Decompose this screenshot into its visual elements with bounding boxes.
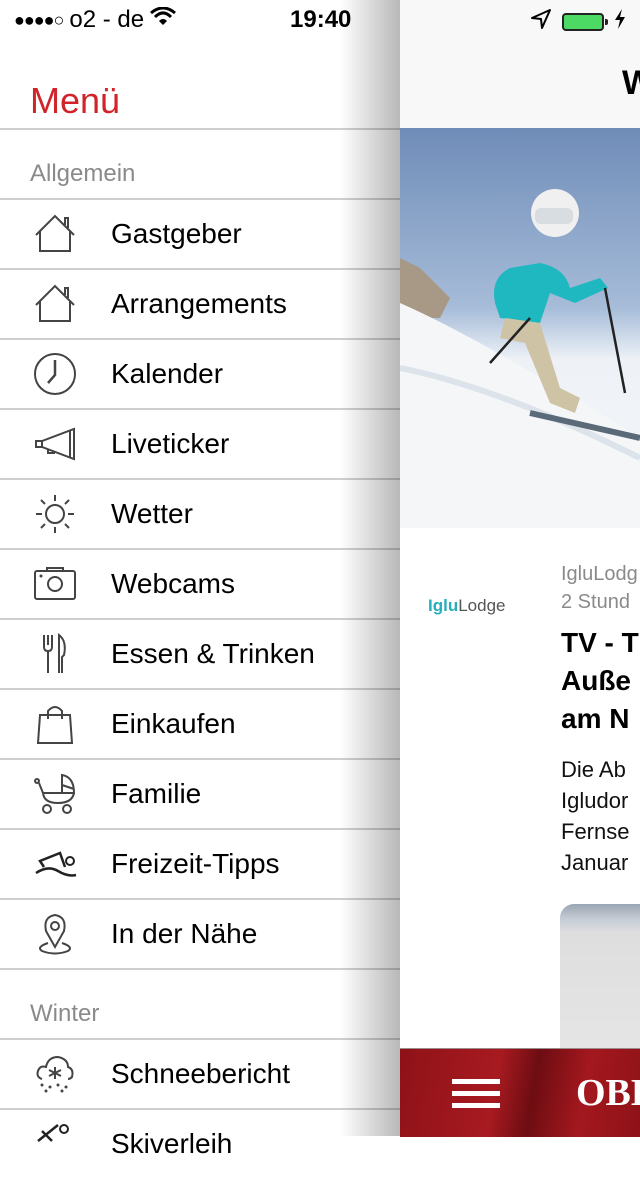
menu-title: Menü bbox=[30, 80, 121, 121]
main-content-panel[interactable]: W IgluLodge IgluLodg 2 Stund TV - T Auße… bbox=[400, 0, 640, 1137]
signal-strength-icon: ●●●●○ bbox=[14, 9, 64, 30]
divider bbox=[0, 968, 400, 970]
stroller-icon bbox=[30, 769, 80, 819]
section-header-winter: Winter bbox=[30, 1000, 100, 1027]
teaser-line: Igludor bbox=[561, 788, 629, 813]
menu-item-label: Essen & Trinken bbox=[111, 638, 315, 669]
menu-item-schneebericht[interactable]: Schneebericht bbox=[0, 1040, 400, 1108]
charging-bolt-icon bbox=[614, 9, 626, 34]
shopping-bag-icon bbox=[30, 699, 80, 749]
teaser-line: Die Ab bbox=[561, 757, 626, 782]
next-article-thumbnail[interactable] bbox=[560, 904, 640, 1064]
teaser-line: Fernse bbox=[561, 819, 630, 844]
bottom-bar: OBE bbox=[400, 1048, 640, 1137]
menu-item-einkaufen[interactable]: Einkaufen bbox=[0, 690, 400, 758]
status-time: 19:40 bbox=[290, 6, 352, 33]
menu-item-label: Arrangements bbox=[111, 288, 287, 319]
article-time: 2 Stund bbox=[561, 591, 630, 613]
menu-item-skiverleih[interactable]: Skiverleih bbox=[0, 1110, 400, 1178]
location-arrow-icon bbox=[530, 8, 552, 35]
menu-item-arrangements[interactable]: Arrangements bbox=[0, 270, 400, 338]
logo-text-bold: Iglu bbox=[428, 596, 459, 615]
menu-item-label: Webcams bbox=[111, 568, 235, 599]
battery-icon bbox=[562, 12, 608, 31]
menu-item-label: In der Nähe bbox=[111, 918, 258, 949]
headline-line: Auße bbox=[561, 665, 631, 696]
menu-item-label: Wetter bbox=[111, 498, 193, 529]
menu-item-gastgeber[interactable]: Gastgeber bbox=[0, 200, 400, 268]
snow-cloud-icon bbox=[30, 1049, 80, 1099]
menu-item-webcams[interactable]: Webcams bbox=[0, 550, 400, 618]
section-header-allgemein: Allgemein bbox=[30, 160, 136, 187]
status-bar-right bbox=[530, 8, 626, 35]
page-title: W bbox=[622, 64, 640, 102]
source-logo: IgluLodge bbox=[428, 596, 506, 616]
fork-knife-icon bbox=[30, 629, 80, 679]
article-teaser: Die Ab Igludor Fernse Januar bbox=[561, 754, 629, 878]
clock-icon bbox=[30, 349, 80, 399]
menu-item-familie[interactable]: Familie bbox=[0, 760, 400, 828]
menu-item-kalender[interactable]: Kalender bbox=[0, 340, 400, 408]
menu-item-label: Gastgeber bbox=[111, 218, 242, 249]
swimmer-icon bbox=[30, 839, 80, 889]
house-icon bbox=[30, 209, 80, 259]
status-bar-left: ●●●●○ o2 - de bbox=[14, 6, 177, 34]
skier-photo bbox=[400, 189, 640, 528]
carrier-name: o2 - de bbox=[69, 6, 145, 33]
article-headline[interactable]: TV - T Auße am N bbox=[561, 624, 639, 738]
menu-item-essen-trinken[interactable]: Essen & Trinken bbox=[0, 620, 400, 688]
article-source: IgluLodg bbox=[561, 563, 638, 585]
side-menu: ●●●●○ o2 - de 19:40 Menü Allgemein Gastg… bbox=[0, 0, 400, 1159]
menu-item-label: Freizeit-Tipps bbox=[111, 848, 280, 879]
camera-icon bbox=[30, 559, 80, 609]
menu-item-in-der-naehe[interactable]: In der Nähe bbox=[0, 900, 400, 968]
menu-item-label: Schneebericht bbox=[111, 1058, 291, 1089]
divider bbox=[0, 128, 400, 130]
brand-logo: OBE bbox=[576, 1072, 640, 1114]
article-meta: IgluLodg 2 Stund bbox=[561, 560, 638, 616]
house-icon bbox=[30, 279, 80, 329]
headline-line: TV - T bbox=[561, 627, 639, 658]
menu-item-wetter[interactable]: Wetter bbox=[0, 480, 400, 548]
menu-item-label: Liveticker bbox=[111, 428, 230, 459]
menu-item-label: Familie bbox=[111, 778, 202, 809]
menu-item-label: Einkaufen bbox=[111, 708, 236, 739]
menu-item-liveticker[interactable]: Liveticker bbox=[0, 410, 400, 478]
megaphone-icon bbox=[30, 419, 80, 469]
location-pin-icon bbox=[30, 909, 80, 959]
headline-line: am N bbox=[561, 703, 630, 734]
teaser-line: Januar bbox=[561, 850, 629, 875]
menu-item-freizeit-tipps[interactable]: Freizeit-Tipps bbox=[0, 830, 400, 898]
hamburger-menu-icon[interactable] bbox=[452, 1079, 500, 1109]
logo-text-light: Lodge bbox=[458, 596, 506, 615]
menu-item-label: Kalender bbox=[111, 358, 224, 389]
sun-icon bbox=[30, 489, 80, 539]
wifi-icon bbox=[150, 6, 177, 34]
menu-item-label: Skiverleih bbox=[111, 1128, 233, 1159]
hero-image-skier[interactable] bbox=[400, 128, 640, 528]
navigation-bar: W bbox=[400, 0, 640, 129]
skier-icon bbox=[30, 1119, 80, 1169]
